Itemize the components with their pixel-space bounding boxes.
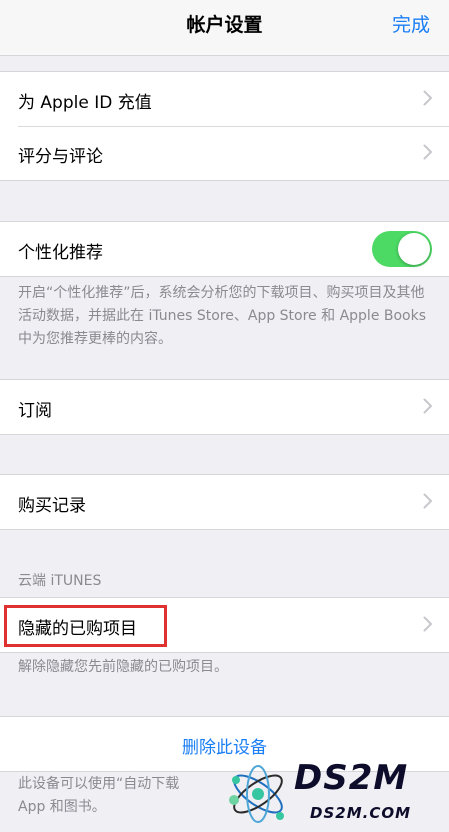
ratings-reviews-label: 评分与评论 (18, 147, 103, 167)
watermark-site: DS2M.COM (310, 804, 412, 822)
subscriptions-row[interactable]: 订阅 (0, 380, 449, 434)
chevron-right-icon (423, 398, 433, 414)
navigation-bar: 帐户设置 完成 (0, 0, 449, 56)
itunes-cloud-footer: 解除隐藏您先前隐藏的已购项目。 (18, 659, 228, 675)
chevron-right-icon (423, 144, 433, 160)
personalization-row: 个性化推荐 (0, 222, 449, 276)
watermark-brand: DS2M (294, 758, 409, 798)
toggle-knob (398, 233, 430, 265)
watermark: DS2M DS2M.COM (222, 756, 449, 832)
atom-logo-icon (229, 765, 284, 823)
add-funds-row[interactable]: 为 Apple ID 充值 (0, 72, 449, 126)
purchase-history-row[interactable]: 购买记录 (0, 475, 449, 529)
chevron-right-icon (423, 90, 433, 106)
ratings-reviews-row[interactable]: 评分与评论 (0, 126, 449, 180)
personalization-toggle[interactable] (372, 231, 432, 267)
purchase-history-group: 购买记录 (0, 474, 449, 530)
account-actions-group: 为 Apple ID 充值 评分与评论 (0, 71, 449, 181)
subscriptions-group: 订阅 (0, 379, 449, 435)
personalization-label: 个性化推荐 (18, 243, 103, 263)
remove-device-label: 删除此设备 (182, 738, 267, 758)
personalization-group: 个性化推荐 (0, 221, 449, 277)
personalization-footer: 开启“个性化推荐”后，系统会分析您的下载项目、购买项目及其他活动数据，并据此在 … (18, 285, 427, 347)
add-funds-label: 为 Apple ID 充值 (18, 93, 152, 113)
purchase-history-label: 购买记录 (18, 496, 86, 516)
chevron-right-icon (423, 616, 433, 632)
highlight-box (4, 605, 167, 647)
done-button[interactable]: 完成 (392, 10, 430, 37)
page-title: 帐户设置 (186, 14, 263, 36)
chevron-right-icon (423, 493, 433, 509)
subscriptions-label: 订阅 (18, 401, 52, 421)
itunes-cloud-header: 云端 iTUNES (18, 573, 102, 589)
